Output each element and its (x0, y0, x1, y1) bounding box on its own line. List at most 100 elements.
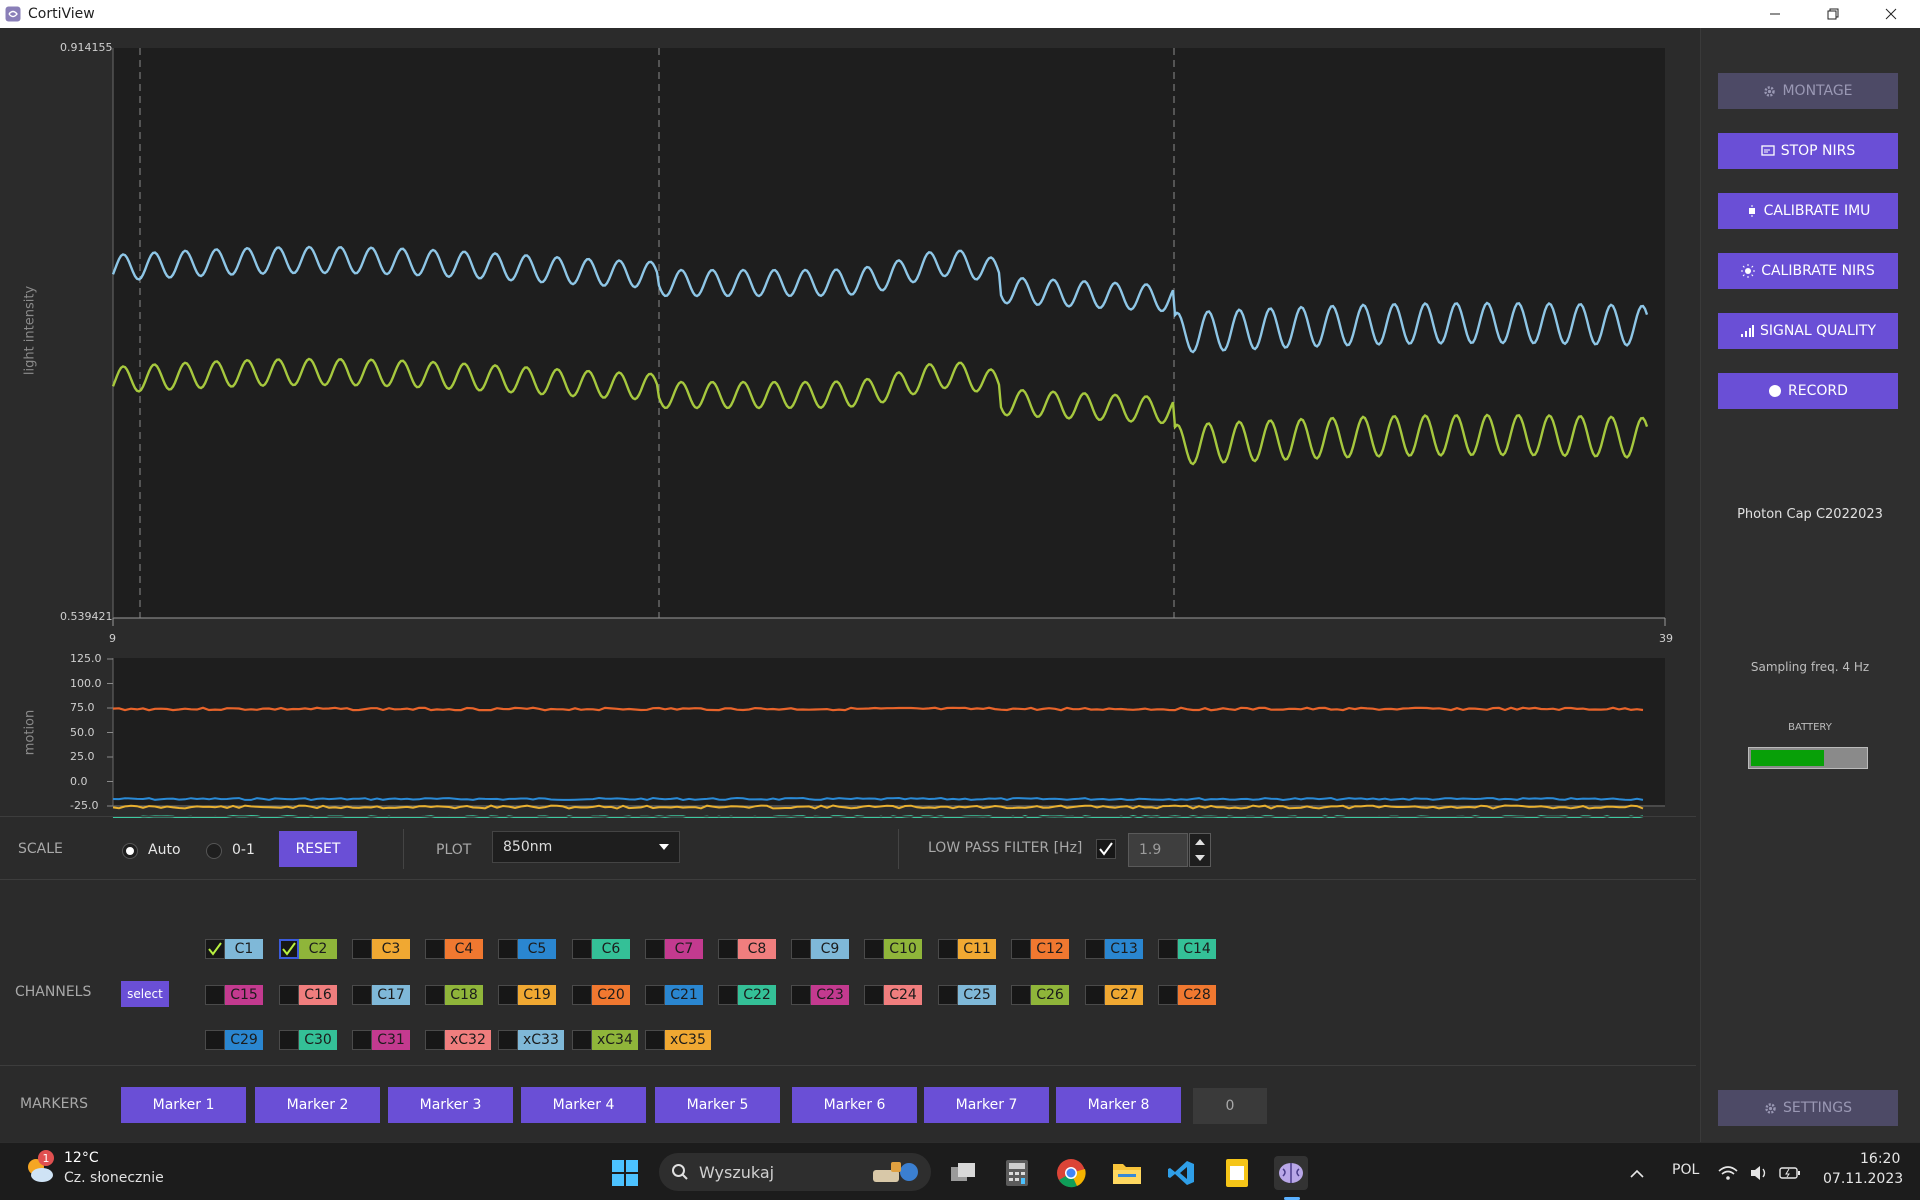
channel-c11[interactable]: C11 (938, 938, 996, 960)
channel-checkbox[interactable] (572, 1030, 592, 1050)
channel-c22[interactable]: C22 (718, 984, 776, 1006)
channel-checkbox[interactable] (352, 939, 372, 959)
channel-checkbox[interactable] (279, 939, 299, 959)
minimize-button[interactable] (1746, 0, 1804, 28)
channel-checkbox[interactable] (425, 1030, 445, 1050)
channel-c12[interactable]: C12 (1011, 938, 1069, 960)
channel-c19[interactable]: C19 (498, 984, 556, 1006)
channel-c28[interactable]: C28 (1158, 984, 1216, 1006)
stepper-up-icon[interactable] (1195, 839, 1205, 845)
marker-6-button[interactable]: Marker 6 (792, 1087, 917, 1123)
channel-checkbox[interactable] (498, 1030, 518, 1050)
channel-checkbox[interactable] (1085, 985, 1105, 1005)
volume-status[interactable] (1748, 1156, 1772, 1190)
channel-c30[interactable]: C30 (279, 1029, 337, 1051)
channel-checkbox[interactable] (718, 939, 738, 959)
channel-checkbox[interactable] (498, 985, 518, 1005)
stop-nirs-button[interactable]: STOP NIRS (1718, 133, 1898, 169)
channel-c31[interactable]: C31 (352, 1029, 410, 1051)
marker-7-button[interactable]: Marker 7 (924, 1087, 1049, 1123)
channel-checkbox[interactable] (1011, 939, 1031, 959)
channel-c8[interactable]: C8 (718, 938, 776, 960)
channel-c24[interactable]: C24 (864, 984, 922, 1006)
scale-auto-radio[interactable] (122, 843, 138, 859)
channel-checkbox[interactable] (645, 985, 665, 1005)
channel-checkbox[interactable] (205, 1030, 225, 1050)
calibrate-imu-button[interactable]: CALIBRATE IMU (1718, 193, 1898, 229)
marker-8-button[interactable]: Marker 8 (1056, 1087, 1181, 1123)
channel-checkbox[interactable] (718, 985, 738, 1005)
channel-checkbox[interactable] (864, 985, 884, 1005)
channel-checkbox[interactable] (279, 985, 299, 1005)
channel-c3[interactable]: C3 (352, 938, 410, 960)
clock-date[interactable]: 07.11.2023 (1823, 1171, 1903, 1187)
weather-widget[interactable]: 1 (22, 1150, 56, 1187)
channel-checkbox[interactable] (938, 939, 958, 959)
montage-button[interactable]: MONTAGE (1718, 73, 1898, 109)
channel-c26[interactable]: C26 (1011, 984, 1069, 1006)
channel-c20[interactable]: C20 (572, 984, 630, 1006)
channel-c15[interactable]: C15 (205, 984, 263, 1006)
channel-c27[interactable]: C27 (1085, 984, 1143, 1006)
channel-c2[interactable]: C2 (279, 938, 337, 960)
channel-checkbox[interactable] (1085, 939, 1105, 959)
stepper-down-icon[interactable] (1195, 855, 1205, 861)
channel-checkbox[interactable] (572, 985, 592, 1005)
marker-5-button[interactable]: Marker 5 (655, 1087, 780, 1123)
channel-checkbox[interactable] (1158, 939, 1178, 959)
channel-checkbox[interactable] (791, 985, 811, 1005)
taskbar-search[interactable]: Wyszukaj (659, 1153, 931, 1191)
marker-1-button[interactable]: Marker 1 (121, 1087, 246, 1123)
channel-c21[interactable]: C21 (645, 984, 703, 1006)
channel-checkbox[interactable] (645, 1030, 665, 1050)
marker-3-button[interactable]: Marker 3 (388, 1087, 513, 1123)
channel-c14[interactable]: C14 (1158, 938, 1216, 960)
channel-checkbox[interactable] (938, 985, 958, 1005)
channel-c7[interactable]: C7 (645, 938, 703, 960)
channel-checkbox[interactable] (425, 939, 445, 959)
reset-button[interactable]: RESET (279, 831, 357, 867)
low-pass-filter-checkbox[interactable] (1096, 839, 1116, 859)
notes-app[interactable] (1220, 1156, 1254, 1190)
channel-c23[interactable]: C23 (791, 984, 849, 1006)
calibrate-nirs-button[interactable]: CALIBRATE NIRS (1718, 253, 1898, 289)
channel-checkbox[interactable] (498, 939, 518, 959)
channel-c17[interactable]: C17 (352, 984, 410, 1006)
low-pass-filter-stepper[interactable] (1189, 833, 1211, 867)
scale-01-radio[interactable] (206, 843, 222, 859)
channel-c16[interactable]: C16 (279, 984, 337, 1006)
marker-4-button[interactable]: Marker 4 (521, 1087, 646, 1123)
channel-checkbox[interactable] (572, 939, 592, 959)
signal-quality-button[interactable]: SIGNAL QUALITY (1718, 313, 1898, 349)
channel-c29[interactable]: C29 (205, 1029, 263, 1051)
settings-button[interactable]: SETTINGS (1718, 1090, 1898, 1126)
channel-xc33[interactable]: xC33 (498, 1029, 564, 1051)
channel-checkbox[interactable] (205, 985, 225, 1005)
channel-checkbox[interactable] (864, 939, 884, 959)
channel-c1[interactable]: C1 (205, 938, 263, 960)
cortiview-app[interactable] (1274, 1156, 1308, 1190)
vscode-app[interactable] (1164, 1156, 1198, 1190)
task-view-button[interactable] (946, 1156, 980, 1190)
marker-2-button[interactable]: Marker 2 (255, 1087, 380, 1123)
select-channels-button[interactable]: select (121, 981, 169, 1007)
start-button[interactable] (608, 1156, 642, 1190)
channel-xc32[interactable]: xC32 (425, 1029, 491, 1051)
clock-time[interactable]: 16:20 (1860, 1151, 1900, 1167)
calculator-app[interactable] (1000, 1156, 1034, 1190)
channel-c5[interactable]: C5 (498, 938, 556, 960)
channel-c10[interactable]: C10 (864, 938, 922, 960)
channel-xc35[interactable]: xC35 (645, 1029, 711, 1051)
tray-overflow-button[interactable] (1620, 1156, 1654, 1190)
channel-c9[interactable]: C9 (791, 938, 849, 960)
channel-c13[interactable]: C13 (1085, 938, 1143, 960)
plot-wavelength-select[interactable]: 850nm (492, 831, 680, 863)
channel-xc34[interactable]: xC34 (572, 1029, 638, 1051)
channel-checkbox[interactable] (352, 1030, 372, 1050)
record-button[interactable]: RECORD (1718, 373, 1898, 409)
channel-checkbox[interactable] (279, 1030, 299, 1050)
channel-c18[interactable]: C18 (425, 984, 483, 1006)
channel-checkbox[interactable] (1158, 985, 1178, 1005)
channel-c4[interactable]: C4 (425, 938, 483, 960)
battery-status[interactable] (1778, 1156, 1802, 1190)
